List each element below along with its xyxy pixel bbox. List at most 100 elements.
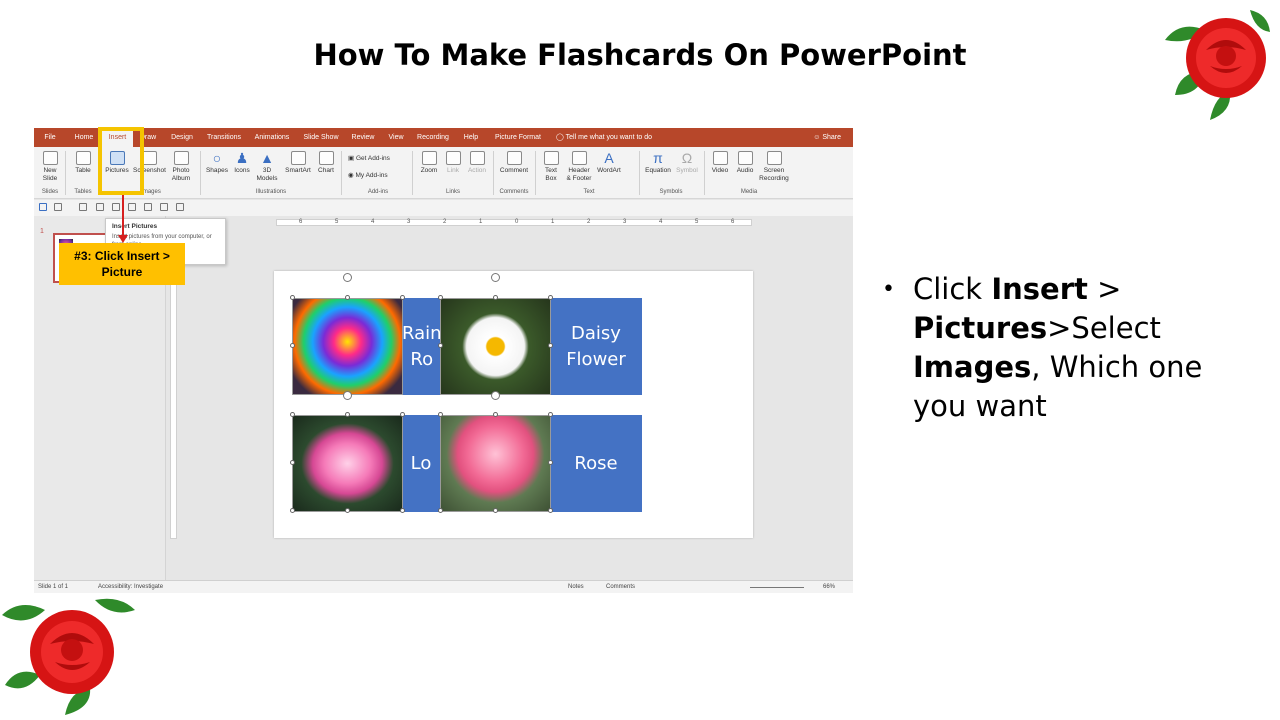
shapes-button[interactable]: ○ Shapes bbox=[204, 151, 230, 175]
comments-button[interactable]: Comments bbox=[606, 584, 635, 590]
zoom-slider[interactable] bbox=[750, 587, 804, 588]
resize-handle[interactable] bbox=[438, 412, 443, 417]
tab-file[interactable]: File bbox=[40, 128, 60, 147]
resize-handle[interactable] bbox=[400, 295, 405, 300]
toolbar-icon[interactable] bbox=[112, 203, 120, 211]
action-icon bbox=[469, 151, 485, 165]
resize-handle[interactable] bbox=[548, 460, 553, 465]
rainbow-rose-picture[interactable] bbox=[292, 298, 403, 395]
resize-handle[interactable] bbox=[290, 508, 295, 513]
ribbon-divider bbox=[535, 151, 536, 195]
photo-album-button[interactable]: Photo Album bbox=[167, 151, 195, 183]
rotate-handle[interactable] bbox=[491, 391, 500, 400]
rotate-handle[interactable] bbox=[343, 391, 352, 400]
get-addins-button[interactable]: ▣ Get Add-ins bbox=[348, 154, 390, 162]
zoom-button[interactable]: Zoom bbox=[417, 151, 441, 175]
zoom-level[interactable]: 66% bbox=[823, 584, 835, 590]
undo-icon[interactable] bbox=[54, 203, 62, 211]
tab-home[interactable]: Home bbox=[71, 128, 97, 147]
pictures-highlight-box bbox=[98, 127, 144, 195]
comment-button[interactable]: Comment bbox=[497, 151, 531, 175]
resize-handle[interactable] bbox=[400, 412, 405, 417]
toolbar-icon[interactable] bbox=[176, 203, 184, 211]
tab-design[interactable]: Design bbox=[168, 128, 196, 147]
resize-handle[interactable] bbox=[438, 343, 443, 348]
link-button[interactable]: Link bbox=[442, 151, 464, 175]
resize-handle[interactable] bbox=[290, 412, 295, 417]
symbol-button[interactable]: Ω Symbol bbox=[674, 151, 700, 175]
flashcard-daisy[interactable]: Daisy Flower bbox=[550, 298, 642, 395]
daisy-picture[interactable] bbox=[440, 298, 551, 395]
toolbar-icon[interactable] bbox=[144, 203, 152, 211]
audio-button[interactable]: Audio bbox=[733, 151, 757, 175]
quick-access-toolbar bbox=[34, 200, 853, 216]
wordart-button[interactable]: A WordArt bbox=[595, 151, 623, 175]
redo-icon[interactable] bbox=[79, 203, 87, 211]
save-icon[interactable] bbox=[39, 203, 47, 211]
resize-handle[interactable] bbox=[438, 295, 443, 300]
resize-handle[interactable] bbox=[548, 343, 553, 348]
flashcard-rainbow-rose[interactable]: Rain Ro bbox=[402, 298, 440, 395]
resize-handle[interactable] bbox=[345, 508, 350, 513]
smartart-button[interactable]: SmartArt bbox=[283, 151, 313, 175]
text-box-button[interactable]: Text Box bbox=[540, 151, 562, 183]
group-label-media: Media bbox=[740, 189, 758, 195]
share-label: Share bbox=[822, 134, 841, 141]
my-addins-button[interactable]: ◉ My Add-ins bbox=[348, 171, 388, 179]
chart-button[interactable]: Chart bbox=[315, 151, 337, 175]
smartart-label: SmartArt bbox=[285, 167, 311, 174]
equation-button[interactable]: π Equation bbox=[643, 151, 673, 175]
tab-animations[interactable]: Animations bbox=[252, 128, 292, 147]
resize-handle[interactable] bbox=[548, 412, 553, 417]
ruler-label: 6 bbox=[299, 219, 303, 225]
toolbar-icon[interactable] bbox=[128, 203, 136, 211]
resize-handle[interactable] bbox=[400, 508, 405, 513]
resize-handle[interactable] bbox=[345, 412, 350, 417]
callout-arrow-head bbox=[118, 235, 128, 243]
share-button[interactable]: ☺ Share bbox=[813, 128, 841, 147]
resize-handle[interactable] bbox=[548, 295, 553, 300]
ribbon-divider bbox=[493, 151, 494, 195]
toolbar-icon[interactable] bbox=[160, 203, 168, 211]
tab-slide-show[interactable]: Slide Show bbox=[302, 128, 340, 147]
ribbon-divider bbox=[704, 151, 705, 195]
lotus-picture[interactable] bbox=[292, 415, 403, 512]
ribbon-tab-bar: File Home Insert Draw Design Transitions… bbox=[34, 128, 853, 147]
rotate-handle[interactable] bbox=[491, 273, 500, 282]
toolbar-icon[interactable] bbox=[96, 203, 104, 211]
table-button[interactable]: Table bbox=[72, 151, 94, 175]
tab-view[interactable]: View bbox=[385, 128, 407, 147]
new-slide-button[interactable]: New Slide bbox=[38, 151, 62, 183]
resize-handle[interactable] bbox=[493, 295, 498, 300]
pink-rose-picture[interactable] bbox=[440, 415, 551, 512]
tab-recording[interactable]: Recording bbox=[415, 128, 451, 147]
video-button[interactable]: Video bbox=[708, 151, 732, 175]
equation-label: Equation bbox=[645, 167, 671, 174]
3d-models-button[interactable]: ▲ 3D Models bbox=[254, 151, 280, 183]
resize-handle[interactable] bbox=[548, 508, 553, 513]
resize-handle[interactable] bbox=[345, 295, 350, 300]
tell-me-search[interactable]: ◯ Tell me what you want to do bbox=[556, 128, 652, 147]
resize-handle[interactable] bbox=[290, 295, 295, 300]
flashcard-rose[interactable]: Rose bbox=[550, 415, 642, 512]
header-footer-button[interactable]: Header & Footer bbox=[564, 151, 594, 183]
icons-button[interactable]: ♟ Icons bbox=[231, 151, 253, 175]
resize-handle[interactable] bbox=[290, 460, 295, 465]
group-label-comments: Comments bbox=[499, 189, 529, 195]
resize-handle[interactable] bbox=[290, 343, 295, 348]
header-footer-icon bbox=[571, 151, 587, 165]
tab-review[interactable]: Review bbox=[350, 128, 376, 147]
resize-handle[interactable] bbox=[438, 508, 443, 513]
wordart-label: WordArt bbox=[597, 167, 621, 174]
action-button[interactable]: Action bbox=[465, 151, 489, 175]
resize-handle[interactable] bbox=[493, 412, 498, 417]
rotate-handle[interactable] bbox=[343, 273, 352, 282]
group-label-tables: Tables bbox=[74, 189, 92, 195]
tab-transitions[interactable]: Transitions bbox=[205, 128, 243, 147]
screen-recording-button[interactable]: Screen Recording bbox=[758, 151, 790, 183]
notes-button[interactable]: Notes bbox=[568, 584, 584, 590]
flashcard-lotus[interactable]: Lo bbox=[402, 415, 440, 512]
resize-handle[interactable] bbox=[493, 508, 498, 513]
tab-help[interactable]: Help bbox=[461, 128, 481, 147]
tab-picture-format[interactable]: Picture Format bbox=[491, 128, 545, 147]
